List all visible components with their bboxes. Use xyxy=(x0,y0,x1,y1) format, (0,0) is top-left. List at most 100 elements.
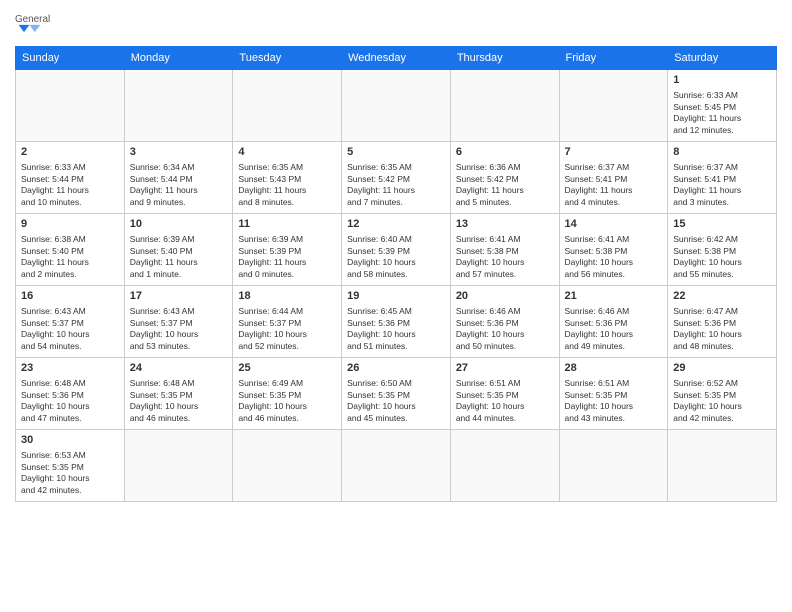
weekday-header-tuesday: Tuesday xyxy=(233,47,342,70)
day-info: Sunrise: 6:44 AM Sunset: 5:37 PM Dayligh… xyxy=(238,306,336,352)
calendar-cell xyxy=(342,70,451,142)
day-number: 15 xyxy=(673,217,771,232)
day-number: 2 xyxy=(21,145,119,160)
calendar-cell: 17 Sunrise: 6:43 AM Sunset: 5:37 PM Dayli… xyxy=(124,286,233,358)
calendar-cell: 20Sunrise: 6:46 AM Sunset: 5:36 PM Dayli… xyxy=(450,286,559,358)
day-number: 6 xyxy=(456,145,554,160)
calendar-cell: 6Sunrise: 6:36 AM Sunset: 5:42 PM Daylig… xyxy=(450,142,559,214)
day-number: 13 xyxy=(456,217,554,232)
calendar-cell: 9 Sunrise: 6:38 AM Sunset: 5:40 PM Daylig… xyxy=(16,214,125,286)
day-number: 23 xyxy=(21,361,119,376)
day-info: Sunrise: 6:37 AM Sunset: 5:41 PM Dayligh… xyxy=(565,162,663,208)
day-number: 24 xyxy=(130,361,228,376)
weekday-header-wednesday: Wednesday xyxy=(342,47,451,70)
day-number: 28 xyxy=(565,361,663,376)
day-number: 27 xyxy=(456,361,554,376)
day-info: Sunrise: 6:48 AM Sunset: 5:36 PM Dayligh… xyxy=(21,378,119,424)
day-info: Sunrise: 6:34 AM Sunset: 5:44 PM Dayligh… xyxy=(130,162,228,208)
day-info: Sunrise: 6:37 AM Sunset: 5:41 PM Dayligh… xyxy=(673,162,771,208)
day-number: 3 xyxy=(130,145,228,160)
calendar-cell xyxy=(342,430,451,502)
day-number: 7 xyxy=(565,145,663,160)
calendar-cell: 7 Sunrise: 6:37 AM Sunset: 5:41 PM Daylig… xyxy=(559,142,668,214)
day-number: 14 xyxy=(565,217,663,232)
day-info: Sunrise: 6:49 AM Sunset: 5:35 PM Dayligh… xyxy=(238,378,336,424)
calendar-cell xyxy=(233,430,342,502)
svg-text:General: General xyxy=(15,14,50,25)
day-number: 9 xyxy=(21,217,119,232)
calendar-cell xyxy=(559,70,668,142)
calendar-cell xyxy=(16,70,125,142)
day-info: Sunrise: 6:53 AM Sunset: 5:35 PM Dayligh… xyxy=(21,450,119,496)
weekday-header-monday: Monday xyxy=(124,47,233,70)
day-info: Sunrise: 6:40 AM Sunset: 5:39 PM Dayligh… xyxy=(347,234,445,280)
calendar-cell: 25 Sunrise: 6:49 AM Sunset: 5:35 PM Dayli… xyxy=(233,358,342,430)
day-info: Sunrise: 6:50 AM Sunset: 5:35 PM Dayligh… xyxy=(347,378,445,424)
day-info: Sunrise: 6:39 AM Sunset: 5:40 PM Dayligh… xyxy=(130,234,228,280)
day-number: 11 xyxy=(238,217,336,232)
calendar-cell xyxy=(233,70,342,142)
day-info: Sunrise: 6:41 AM Sunset: 5:38 PM Dayligh… xyxy=(565,234,663,280)
page-header: General Blue xyxy=(15,10,777,38)
calendar-cell: 27 Sunrise: 6:51 AM Sunset: 5:35 PM Dayli… xyxy=(450,358,559,430)
day-number: 18 xyxy=(238,289,336,304)
day-number: 4 xyxy=(238,145,336,160)
day-number: 12 xyxy=(347,217,445,232)
calendar-cell xyxy=(124,430,233,502)
calendar-cell xyxy=(668,430,777,502)
calendar-cell: 30 Sunrise: 6:53 AM Sunset: 5:35 PM Dayli… xyxy=(16,430,125,502)
day-number: 5 xyxy=(347,145,445,160)
day-number: 19 xyxy=(347,289,445,304)
day-number: 16 xyxy=(21,289,119,304)
day-info: Sunrise: 6:45 AM Sunset: 5:36 PM Dayligh… xyxy=(347,306,445,352)
calendar-cell: 24Sunrise: 6:48 AM Sunset: 5:35 PM Dayli… xyxy=(124,358,233,430)
calendar-cell: 22 Sunrise: 6:47 AM Sunset: 5:36 PM Dayli… xyxy=(668,286,777,358)
day-info: Sunrise: 6:38 AM Sunset: 5:40 PM Dayligh… xyxy=(21,234,119,280)
day-info: Sunrise: 6:51 AM Sunset: 5:35 PM Dayligh… xyxy=(565,378,663,424)
calendar-cell: 10Sunrise: 6:39 AM Sunset: 5:40 PM Dayli… xyxy=(124,214,233,286)
day-number: 22 xyxy=(673,289,771,304)
calendar-cell: 15 Sunrise: 6:42 AM Sunset: 5:38 PM Dayli… xyxy=(668,214,777,286)
calendar-cell: 28 Sunrise: 6:51 AM Sunset: 5:35 PM Dayli… xyxy=(559,358,668,430)
calendar-cell: 1Sunrise: 6:33 AM Sunset: 5:45 PM Daylig… xyxy=(668,70,777,142)
day-info: Sunrise: 6:43 AM Sunset: 5:37 PM Dayligh… xyxy=(130,306,228,352)
calendar-cell: 23 Sunrise: 6:48 AM Sunset: 5:36 PM Dayli… xyxy=(16,358,125,430)
day-info: Sunrise: 6:33 AM Sunset: 5:44 PM Dayligh… xyxy=(21,162,119,208)
calendar-cell: 21 Sunrise: 6:46 AM Sunset: 5:36 PM Dayli… xyxy=(559,286,668,358)
calendar-cell: 3 Sunrise: 6:34 AM Sunset: 5:44 PM Daylig… xyxy=(124,142,233,214)
day-number: 30 xyxy=(21,433,119,448)
day-info: Sunrise: 6:35 AM Sunset: 5:43 PM Dayligh… xyxy=(238,162,336,208)
calendar-cell: 4 Sunrise: 6:35 AM Sunset: 5:43 PM Daylig… xyxy=(233,142,342,214)
calendar-cell: 16 Sunrise: 6:43 AM Sunset: 5:37 PM Dayli… xyxy=(16,286,125,358)
calendar-cell: 19 Sunrise: 6:45 AM Sunset: 5:36 PM Dayli… xyxy=(342,286,451,358)
calendar-cell xyxy=(450,430,559,502)
calendar-cell: 2 Sunrise: 6:33 AM Sunset: 5:44 PM Daylig… xyxy=(16,142,125,214)
day-info: Sunrise: 6:47 AM Sunset: 5:36 PM Dayligh… xyxy=(673,306,771,352)
day-info: Sunrise: 6:42 AM Sunset: 5:38 PM Dayligh… xyxy=(673,234,771,280)
calendar-cell: 11 Sunrise: 6:39 AM Sunset: 5:39 PM Dayli… xyxy=(233,214,342,286)
day-info: Sunrise: 6:52 AM Sunset: 5:35 PM Dayligh… xyxy=(673,378,771,424)
day-number: 1 xyxy=(673,73,771,88)
calendar-cell: 14 Sunrise: 6:41 AM Sunset: 5:38 PM Dayli… xyxy=(559,214,668,286)
day-info: Sunrise: 6:41 AM Sunset: 5:38 PM Dayligh… xyxy=(456,234,554,280)
logo: General Blue xyxy=(15,10,55,38)
day-number: 21 xyxy=(565,289,663,304)
day-number: 17 xyxy=(130,289,228,304)
calendar-cell: 12 Sunrise: 6:40 AM Sunset: 5:39 PM Dayli… xyxy=(342,214,451,286)
generalblue-logo-icon: General Blue xyxy=(15,10,51,38)
day-info: Sunrise: 6:43 AM Sunset: 5:37 PM Dayligh… xyxy=(21,306,119,352)
day-number: 8 xyxy=(673,145,771,160)
calendar-cell xyxy=(450,70,559,142)
calendar-cell: 8 Sunrise: 6:37 AM Sunset: 5:41 PM Daylig… xyxy=(668,142,777,214)
weekday-header-sunday: Sunday xyxy=(16,47,125,70)
day-info: Sunrise: 6:39 AM Sunset: 5:39 PM Dayligh… xyxy=(238,234,336,280)
calendar-cell: 5Sunrise: 6:35 AM Sunset: 5:42 PM Daylig… xyxy=(342,142,451,214)
day-info: Sunrise: 6:51 AM Sunset: 5:35 PM Dayligh… xyxy=(456,378,554,424)
weekday-header-thursday: Thursday xyxy=(450,47,559,70)
day-number: 29 xyxy=(673,361,771,376)
calendar-cell xyxy=(559,430,668,502)
weekday-header-saturday: Saturday xyxy=(668,47,777,70)
day-number: 25 xyxy=(238,361,336,376)
day-info: Sunrise: 6:46 AM Sunset: 5:36 PM Dayligh… xyxy=(565,306,663,352)
calendar-cell: 26Sunrise: 6:50 AM Sunset: 5:35 PM Dayli… xyxy=(342,358,451,430)
